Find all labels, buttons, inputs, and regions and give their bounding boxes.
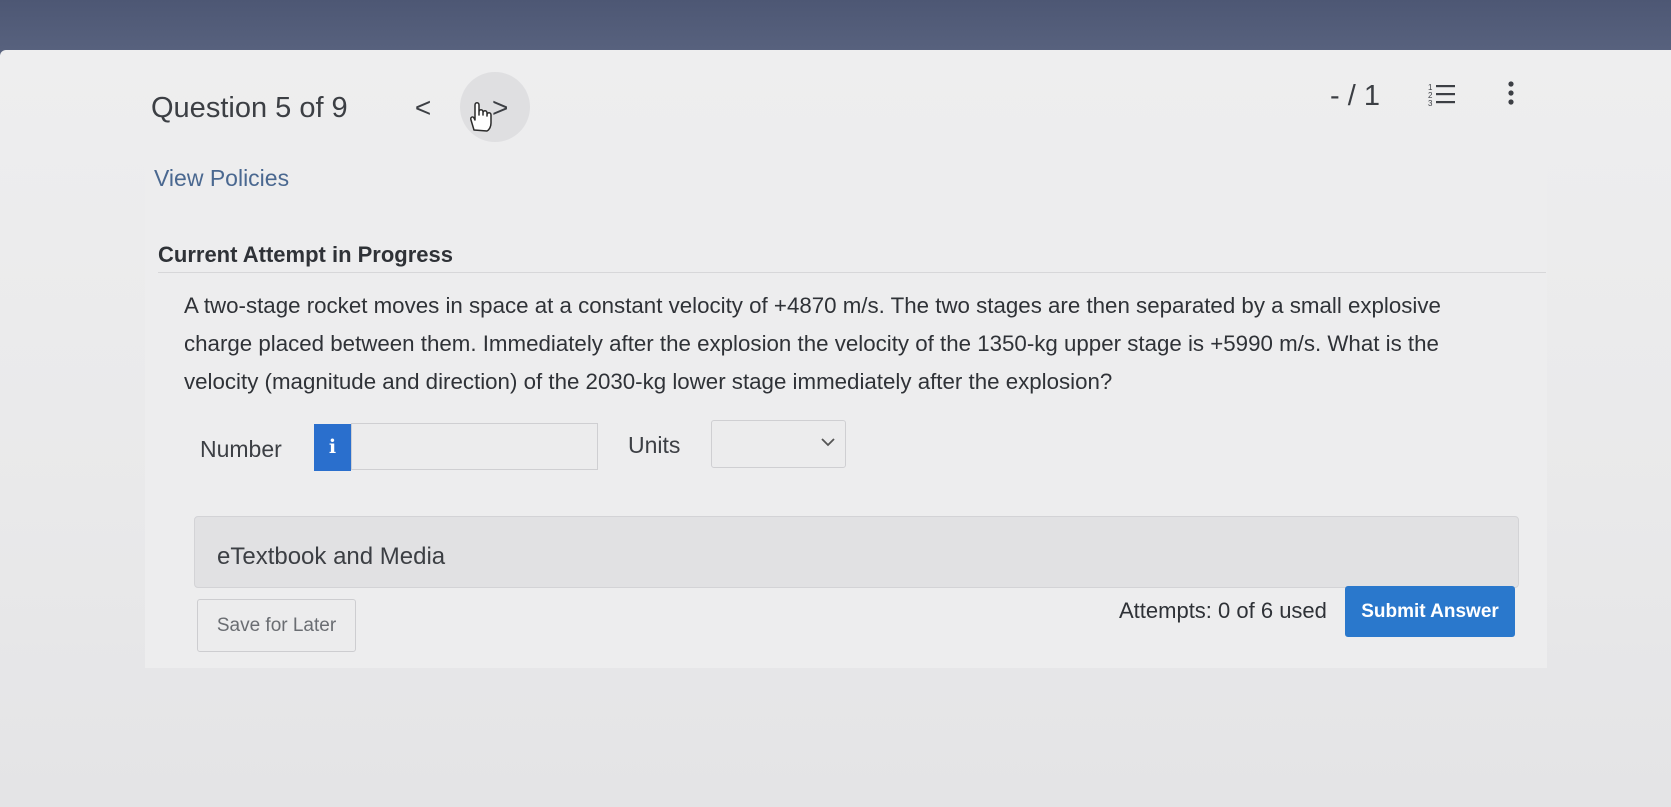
next-question-button[interactable]: > [460,72,530,142]
question-title: Question 5 of 9 [151,92,348,124]
info-icon[interactable]: i [314,424,351,471]
divider [158,272,1546,273]
question-text: A two-stage rocket moves in space at a c… [184,293,1441,394]
etextbook-media-section[interactable]: eTextbook and Media [194,516,1519,588]
units-dropdown[interactable] [711,420,846,468]
number-label: Number [200,436,282,462]
submit-answer-button[interactable]: Submit Answer [1345,586,1515,637]
kebab-menu-icon[interactable] [1505,80,1517,108]
etextbook-label: eTextbook and Media [217,543,446,570]
next-arrow-icon: > [492,92,509,123]
question-panel [145,148,1547,668]
numbered-list-icon[interactable]: 1 2 3 [1427,82,1457,108]
units-label: Units [628,432,681,458]
save-for-later-button[interactable]: Save for Later [197,599,356,652]
score-display: - / 1 [1330,80,1380,112]
attempts-counter: Attempts: 0 of 6 used [1119,598,1327,623]
view-policies-link[interactable]: View Policies [154,165,289,192]
attempt-status-heading: Current Attempt in Progress [158,242,454,267]
previous-question-button[interactable]: < [412,92,434,124]
svg-text:3: 3 [1428,99,1433,108]
hand-pointer-icon [470,102,492,132]
number-input[interactable] [351,423,598,470]
chevron-down-icon [821,438,835,447]
